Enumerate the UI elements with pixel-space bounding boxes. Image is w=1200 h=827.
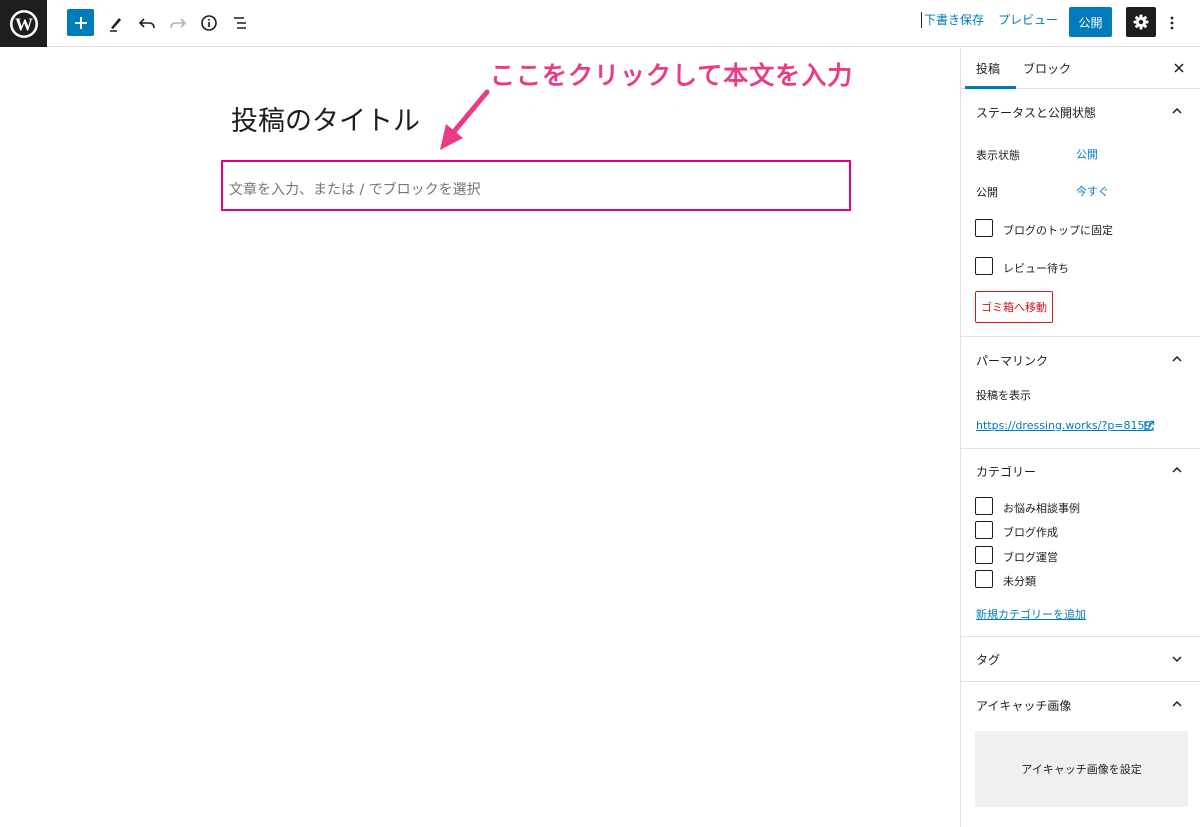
list-view-button[interactable]: [225, 8, 255, 38]
active-tab-indicator: [965, 86, 1016, 89]
post-title-input[interactable]: 投稿のタイトル: [231, 99, 420, 138]
category-label: ブログ作成: [1003, 526, 1058, 539]
close-icon[interactable]: [1171, 60, 1187, 76]
body-paragraph-input[interactable]: 文章を入力、または / でブロックを選択: [229, 179, 481, 199]
divider: [961, 636, 1200, 637]
pending-review-checkbox[interactable]: [975, 257, 993, 275]
settings-sidebar: 投稿 ブロック ステータスと公開状態 表示状態 公開 公開 今すぐ ブログのトッ…: [960, 48, 1200, 827]
publish-date-toggle[interactable]: 今すぐ: [1076, 183, 1109, 199]
external-link-icon: [1144, 420, 1155, 431]
editor-header: W 下書き保存 プレビュー 公開: [0, 0, 1200, 47]
visibility-toggle[interactable]: 公開: [1076, 146, 1098, 162]
pending-review-label: レビュー待ち: [1003, 262, 1069, 275]
svg-text:W: W: [15, 14, 33, 34]
undo-icon: [138, 18, 155, 29]
category-checkbox[interactable]: [975, 497, 993, 515]
view-post-label: 投稿を表示: [976, 389, 1031, 402]
add-block-button[interactable]: [67, 9, 94, 36]
more-vertical-icon: [1170, 16, 1174, 30]
redo-button[interactable]: [163, 8, 193, 38]
sidebar-tabs: 投稿 ブロック: [961, 48, 1200, 89]
category-checkbox[interactable]: [975, 546, 993, 564]
permalink-url-link[interactable]: https://dressing.works/?p=8159: [976, 419, 1152, 432]
tab-post[interactable]: 投稿: [976, 60, 1000, 77]
pencil-icon: [110, 18, 121, 32]
category-checkbox[interactable]: [975, 570, 993, 588]
chevron-up-icon[interactable]: [1171, 353, 1183, 365]
visibility-label: 表示状態: [976, 149, 1020, 162]
details-button[interactable]: [194, 8, 224, 38]
redo-icon: [170, 18, 187, 29]
divider: [961, 336, 1200, 337]
sticky-checkbox[interactable]: [975, 219, 993, 237]
category-label: ブログ運営: [1003, 551, 1058, 564]
category-label: 未分類: [1003, 575, 1036, 588]
divider: [961, 681, 1200, 682]
gear-icon: [1133, 14, 1149, 30]
category-checkbox[interactable]: [975, 521, 993, 539]
plus-icon: [74, 16, 87, 29]
set-featured-image-button[interactable]: アイキャッチ画像を設定: [975, 731, 1188, 807]
chevron-up-icon[interactable]: [1171, 464, 1183, 476]
settings-button[interactable]: [1126, 7, 1156, 37]
publish-label: 公開: [976, 186, 998, 199]
sticky-checkbox-label: ブログのトップに固定: [1003, 224, 1113, 237]
tab-block[interactable]: ブロック: [1023, 60, 1071, 77]
info-icon: [201, 15, 217, 31]
annotation-text: ここをクリックして本文を入力: [490, 61, 854, 90]
chevron-up-icon[interactable]: [1171, 698, 1183, 710]
panel-title-tags[interactable]: タグ: [976, 651, 1000, 668]
wordpress-logo-icon[interactable]: W: [0, 0, 47, 47]
panel-title-status[interactable]: ステータスと公開状態: [976, 104, 1096, 121]
divider: [961, 448, 1200, 449]
undo-button[interactable]: [132, 8, 162, 38]
list-view-icon: [234, 17, 246, 29]
panel-title-featured-image[interactable]: アイキャッチ画像: [976, 697, 1071, 714]
preview-button[interactable]: プレビュー: [998, 12, 1058, 28]
move-to-trash-button[interactable]: ゴミ箱へ移動: [975, 291, 1053, 323]
add-new-category-link[interactable]: 新規カテゴリーを追加: [976, 606, 1086, 622]
more-options-button[interactable]: [1162, 8, 1182, 38]
tools-button[interactable]: [101, 8, 131, 38]
chevron-up-icon[interactable]: [1171, 105, 1183, 117]
publish-button[interactable]: 公開: [1069, 7, 1112, 37]
panel-title-categories[interactable]: カテゴリー: [976, 463, 1036, 480]
annotation-arrow-icon: [440, 89, 490, 150]
category-label: お悩み相談事例: [1003, 502, 1080, 515]
save-draft-button[interactable]: 下書き保存: [921, 12, 984, 28]
chevron-down-icon[interactable]: [1171, 653, 1183, 665]
panel-title-permalink[interactable]: パーマリンク: [976, 352, 1048, 369]
